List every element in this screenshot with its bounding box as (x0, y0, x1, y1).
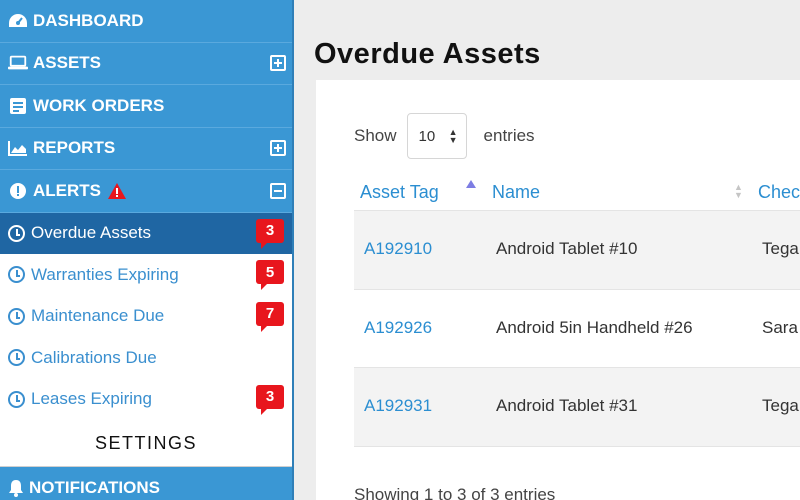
nav-assets-label: ASSETS (33, 53, 102, 73)
show-label: Show (354, 126, 397, 145)
nav-dashboard[interactable]: DASHBOARD (0, 0, 292, 43)
checked-out-to: Sara (762, 317, 798, 337)
exclamation-circle-icon (8, 181, 28, 201)
sidebar-item-leases-expiring[interactable]: Leases Expiring 3 (0, 378, 292, 420)
nav-alerts-label: ALERTS (33, 180, 101, 200)
sort-ascending-icon (466, 180, 476, 188)
expand-plus-icon[interactable] (270, 140, 286, 157)
asset-name: Android 5in Handheld #26 (496, 317, 693, 337)
table-card: Show 10 ▲ ▼ entries Asset Tag Name ▲ ▼ Che… (316, 80, 800, 500)
nav-work-orders-label: WORK ORDERS (33, 95, 165, 115)
sidebar-item-label: Calibrations Due (31, 347, 157, 367)
work-orders-icon (8, 96, 28, 116)
page-title: Overdue Assets (314, 38, 541, 70)
asset-name: Android Tablet #31 (496, 396, 638, 415)
count-badge: 3 (256, 218, 284, 249)
sidebar-item-label: Warranties Expiring (31, 264, 179, 284)
sidebar-item-maintenance-due[interactable]: Maintenance Due 7 (0, 295, 292, 337)
laptop-icon (8, 53, 28, 73)
nav-reports[interactable]: REPORTS (0, 128, 292, 170)
table-row: A192931 Android Tablet #31 Tega (354, 368, 800, 447)
nav-reports-label: REPORTS (33, 138, 116, 158)
select-arrows-icon: ▲ ▼ (448, 127, 458, 145)
column-header-asset-tag[interactable]: Asset Tag (360, 182, 439, 203)
asset-name: Android Tablet #10 (496, 239, 638, 258)
nav-notifications-label: NOTIFICATIONS (29, 478, 160, 497)
clock-icon (8, 307, 25, 325)
nav-work-orders[interactable]: WORK ORDERS (0, 85, 292, 128)
entries-label: entries (483, 126, 535, 145)
count-badge: 7 (256, 301, 284, 332)
page-size-select[interactable]: 10 ▲ ▼ (406, 113, 467, 159)
clock-icon (8, 266, 25, 284)
table-row: A192910 Android Tablet #10 Tega (354, 211, 800, 290)
sidebar-item-label: Overdue Assets (31, 223, 152, 243)
clock-icon (8, 224, 25, 242)
settings-button[interactable]: SETTINGS (0, 420, 292, 467)
table-header: Asset Tag Name ▲ ▼ Chec (354, 175, 800, 211)
sidebar-item-calibrations-due[interactable]: Calibrations Due (0, 337, 292, 379)
sidebar-item-overdue-assets[interactable]: Overdue Assets 3 (0, 212, 292, 254)
page-size-value: 10 (418, 127, 436, 145)
nav-alerts[interactable]: ALERTS (0, 170, 292, 213)
expand-plus-icon[interactable] (270, 55, 286, 72)
sidebar-item-label: Maintenance Due (31, 306, 165, 326)
checked-out-to: Tega (762, 396, 799, 415)
count-badge: 5 (256, 260, 284, 290)
sidebar: DASHBOARD ASSETS WORK ORDERS REPORTS ALE… (0, 0, 294, 500)
nav-assets[interactable]: ASSETS (0, 43, 292, 85)
sort-icon: ▲ ▼ (734, 182, 743, 200)
count-badge: 3 (256, 384, 284, 415)
nav-notifications[interactable]: NOTIFICATIONS (0, 467, 292, 500)
area-chart-icon (8, 138, 28, 158)
warning-triangle-icon (107, 182, 127, 200)
collapse-minus-icon[interactable] (270, 182, 286, 199)
page-size-control: Show 10 ▲ ▼ entries (354, 113, 535, 159)
sidebar-item-warranties-expiring[interactable]: Warranties Expiring 5 (0, 254, 292, 296)
asset-tag-link[interactable]: A192926 (364, 318, 432, 338)
overdue-assets-table: Asset Tag Name ▲ ▼ Chec A192910 Android T… (354, 175, 800, 447)
asset-tag-link[interactable]: A192910 (364, 239, 432, 259)
checked-out-to: Tega (762, 239, 799, 258)
nav-dashboard-label: DASHBOARD (33, 10, 144, 30)
asset-tag-link[interactable]: A192931 (364, 396, 432, 416)
sidebar-item-label: Leases Expiring (31, 389, 152, 409)
table-info: Showing 1 to 3 of 3 entries (354, 485, 556, 500)
table-row: A192926 Android 5in Handheld #26 Sara (354, 289, 800, 368)
column-header-name[interactable]: Name (492, 182, 540, 203)
column-header-checked-out[interactable]: Chec (758, 182, 800, 203)
bell-icon (8, 479, 24, 497)
clock-icon (8, 349, 25, 367)
dashboard-gauge-icon (8, 11, 28, 31)
clock-icon (8, 390, 25, 408)
